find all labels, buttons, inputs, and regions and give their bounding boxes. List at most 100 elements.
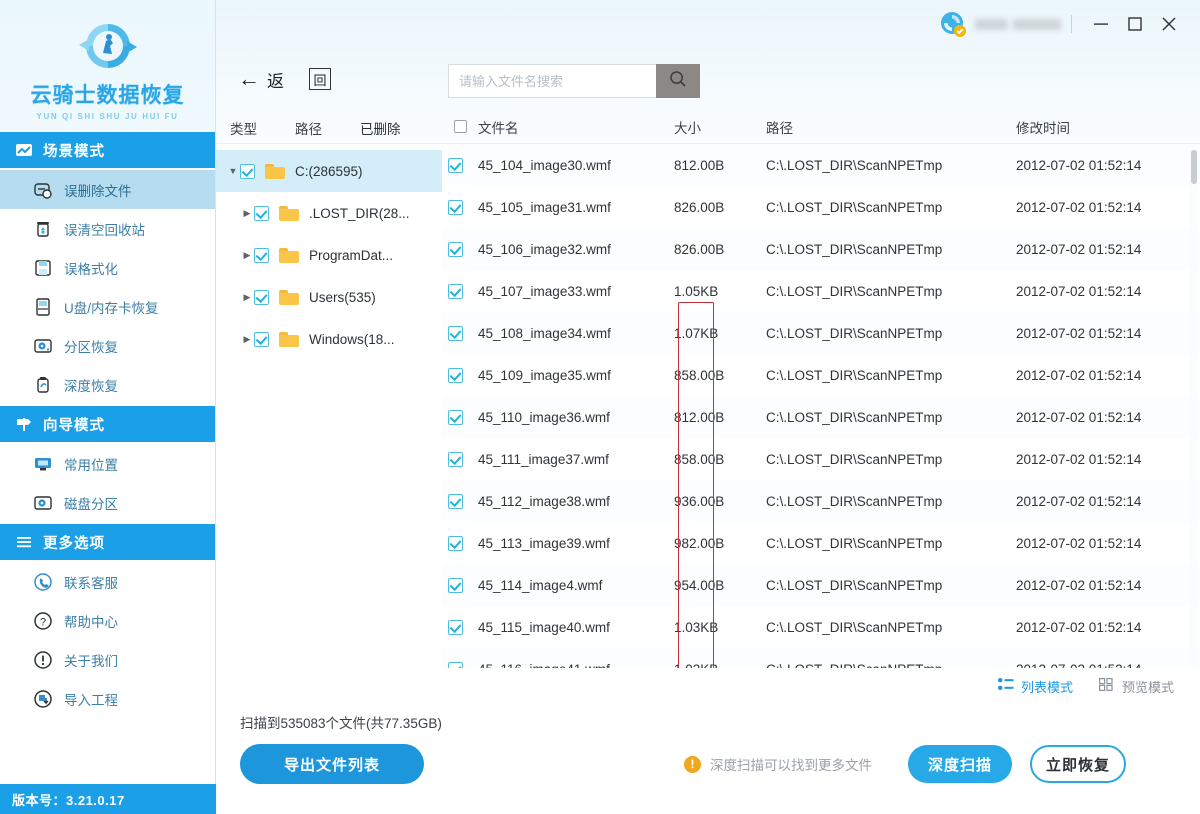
chevron-right-icon[interactable]: ▶ (240, 250, 254, 261)
row-checkbox[interactable] (442, 661, 478, 668)
deep-scan-hint: ! 深度扫描可以找到更多文件 (684, 754, 872, 774)
chevron-down-icon[interactable]: ▼ (226, 166, 240, 176)
tree-checkbox[interactable] (254, 247, 269, 263)
view-mode-preview[interactable]: 预览模式 (1098, 677, 1174, 696)
main-area: ← 返 回 类型 路径 (216, 0, 1200, 814)
sidebar-item-partition-recovery[interactable]: 分区恢复 (0, 326, 215, 365)
row-checkbox[interactable] (442, 325, 478, 341)
tree-checkbox[interactable] (254, 331, 269, 347)
close-button[interactable] (1152, 9, 1186, 39)
file-list[interactable]: 45_104_image30.wmf 812.00B C:\.LOST_DIR\Sc… (442, 144, 1200, 668)
chevron-right-icon[interactable]: ▶ (240, 292, 254, 303)
vertical-scrollbar[interactable] (1190, 144, 1198, 668)
sidebar-item-usb-card[interactable]: U盘/内存卡恢复 (0, 287, 215, 326)
tree-node[interactable]: ▶ ProgramDat... (216, 234, 442, 276)
sidebar-item-recycle-bin[interactable]: 误清空回收站 (0, 209, 215, 248)
sidebar-item-disk-partition[interactable]: 磁盘分区 (0, 483, 215, 522)
cell-time: 2012-07-02 01:52:14 (1016, 157, 1142, 173)
table-row[interactable]: 45_108_image34.wmf 1.07KB C:\.LOST_DIR\Sca… (442, 312, 1200, 354)
maximize-button[interactable] (1118, 9, 1152, 39)
tree-node[interactable]: ▼ C:(286595) (216, 150, 442, 192)
column-size[interactable]: 大小 (674, 117, 766, 137)
checkbox-icon (447, 157, 463, 173)
minimize-button[interactable] (1084, 9, 1118, 39)
cell-time: 2012-07-02 01:52:14 (1016, 577, 1142, 593)
view-mode-list[interactable]: 列表模式 (997, 677, 1073, 696)
export-file-list-button[interactable]: 导出文件列表 (240, 744, 424, 784)
sidebar-item-deleted-file[interactable]: 误删除文件 (0, 170, 215, 209)
tree-checkbox[interactable] (254, 289, 269, 305)
table-row[interactable]: 45_111_image37.wmf 858.00B C:\.LOST_DIR\Sc… (442, 438, 1200, 480)
search-button[interactable] (656, 64, 700, 98)
sidebar-item-contact-support[interactable]: 联系客服 (0, 562, 215, 601)
row-checkbox[interactable] (442, 451, 478, 467)
tree-node[interactable]: ▶ .LOST_DIR(28... (216, 192, 442, 234)
column-path[interactable]: 路径 (766, 117, 1016, 137)
table-row[interactable]: 45_109_image35.wmf 858.00B C:\.LOST_DIR\Sc… (442, 354, 1200, 396)
sidebar-item-deep-recovery[interactable]: 深度恢复 (0, 365, 215, 404)
row-checkbox[interactable] (442, 619, 478, 635)
sidebar-item-format[interactable]: 误格式化 (0, 248, 215, 287)
select-all-checkbox[interactable] (442, 120, 478, 133)
table-row[interactable]: 45_110_image36.wmf 812.00B C:\.LOST_DIR\Sc… (442, 396, 1200, 438)
table-row[interactable]: 45_115_image40.wmf 1.03KB C:\.LOST_DIR\Sca… (442, 606, 1200, 648)
row-checkbox[interactable] (442, 493, 478, 509)
deep-scan-button[interactable]: 深度扫描 (908, 745, 1012, 783)
row-checkbox[interactable] (442, 535, 478, 551)
sidebar-item-label: 误格式化 (64, 261, 118, 277)
tree-node[interactable]: ▶ Windows(18... (216, 318, 442, 360)
tree-node[interactable]: ▶ Users(535) (216, 276, 442, 318)
back-button[interactable]: ← 返 回 (238, 67, 331, 92)
search-input[interactable] (448, 64, 656, 98)
tree-checkbox[interactable] (240, 163, 255, 179)
cell-size: 812.00B (674, 157, 725, 173)
chevron-right-icon[interactable]: ▶ (240, 334, 254, 345)
sidebar-item-help-center[interactable]: ? 帮助中心 (0, 601, 215, 640)
chevron-right-icon[interactable]: ▶ (240, 208, 254, 219)
cell-filename: 45_104_image30.wmf (478, 157, 611, 173)
row-checkbox[interactable] (442, 241, 478, 257)
checkbox-icon (447, 283, 463, 299)
table-row[interactable]: 45_113_image39.wmf 982.00B C:\.LOST_DIR\Sc… (442, 522, 1200, 564)
recover-now-button[interactable]: 立即恢复 (1030, 745, 1126, 783)
back-second-button[interactable]: 回 (309, 68, 331, 90)
table-row[interactable]: 45_114_image4.wmf 954.00B C:\.LOST_DIR\Sca… (442, 564, 1200, 606)
tree-checkbox[interactable] (254, 205, 269, 221)
table-row[interactable]: 45_107_image33.wmf 1.05KB C:\.LOST_DIR\Sca… (442, 270, 1200, 312)
table-row[interactable]: 45_105_image31.wmf 826.00B C:\.LOST_DIR\Sc… (442, 186, 1200, 228)
cell-path: C:\.LOST_DIR\ScanNPETmp (766, 283, 943, 299)
sidebar-item-import-project[interactable]: 导入工程 (0, 679, 215, 718)
recycle-bin-icon (32, 218, 54, 240)
table-row[interactable]: 45_112_image38.wmf 936.00B C:\.LOST_DIR\Sc… (442, 480, 1200, 522)
content-area: ▼ C:(286595) ▶ .LOST_DIR(28... ▶ Program… (216, 144, 1200, 668)
row-checkbox[interactable] (442, 367, 478, 383)
row-checkbox[interactable] (442, 199, 478, 215)
tab-deleted[interactable]: 已删除 (360, 118, 401, 144)
sidebar-section-label: 场景模式 (43, 143, 105, 160)
checkbox-square-icon (453, 120, 467, 133)
cell-size: 936.00B (674, 493, 725, 509)
scrollbar-thumb[interactable] (1191, 150, 1197, 184)
tree-node-label: .LOST_DIR(28... (309, 205, 410, 221)
cell-path: C:\.LOST_DIR\ScanNPETmp (766, 241, 943, 257)
row-checkbox[interactable] (442, 283, 478, 299)
sidebar-section-scene-mode[interactable]: 场景模式 (0, 132, 215, 168)
sidebar-item-label: 帮助中心 (64, 614, 118, 630)
row-checkbox[interactable] (442, 157, 478, 173)
column-time[interactable]: 修改时间 (1016, 117, 1200, 137)
row-checkbox[interactable] (442, 577, 478, 593)
account-area[interactable] (939, 10, 1061, 38)
table-row[interactable]: 45_106_image32.wmf 826.00B C:\.LOST_DIR\Sc… (442, 228, 1200, 270)
column-filename[interactable]: 文件名 (478, 117, 674, 137)
row-checkbox[interactable] (442, 409, 478, 425)
sidebar-item-about-us[interactable]: 关于我们 (0, 640, 215, 679)
tab-type[interactable]: 类型 (230, 118, 257, 144)
sidebar-section-more-options[interactable]: 更多选项 (0, 524, 215, 560)
sidebar-item-common-location[interactable]: 常用位置 (0, 444, 215, 483)
folder-icon (265, 163, 285, 179)
table-row[interactable]: 45_116_image41.wmf1.03KBC:\.LOST_DIR\Sca… (442, 648, 1200, 668)
tab-path[interactable]: 路径 (295, 118, 322, 144)
sidebar-section-wizard-mode[interactable]: 向导模式 (0, 406, 215, 442)
table-row[interactable]: 45_104_image30.wmf 812.00B C:\.LOST_DIR\Sc… (442, 144, 1200, 186)
folder-icon (279, 289, 299, 305)
